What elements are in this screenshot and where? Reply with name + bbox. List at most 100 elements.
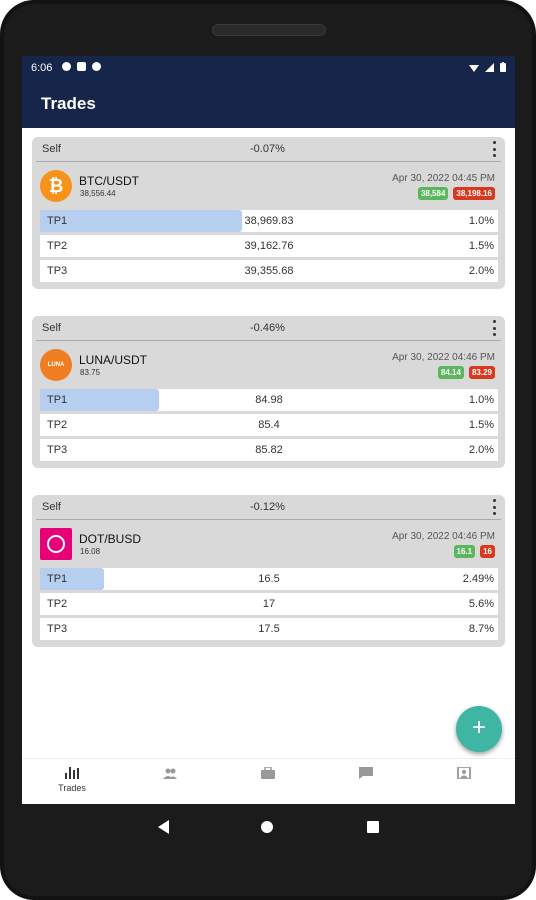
- account-box-icon: [457, 767, 471, 779]
- nav-item-people[interactable]: [140, 767, 200, 779]
- people-icon: [163, 768, 177, 779]
- target-row: TP1 84.98 1.0%: [40, 389, 498, 411]
- polkadot-icon: [40, 528, 72, 560]
- more-vert-icon[interactable]: [491, 320, 497, 336]
- trade-card-header: Self -0.46%: [36, 316, 501, 341]
- nav-item-chat[interactable]: [336, 767, 396, 779]
- entry-badge: 84.14: [437, 366, 464, 379]
- system-navigation-bar: [0, 804, 536, 848]
- recents-icon[interactable]: [367, 821, 379, 833]
- target-percent: 2.49%: [462, 573, 494, 585]
- target-price: 16.5: [258, 573, 280, 585]
- trade-type: Self: [42, 501, 61, 513]
- speaker-grille: [212, 24, 326, 36]
- entry-stop-badges: 38,584 38,198.16: [417, 187, 495, 200]
- trade-card[interactable]: Self -0.12% DOT/BUSD 16.08 Apr 30, 2022 …: [32, 495, 505, 647]
- sync-icon: [92, 62, 101, 71]
- target-percent: 1.0%: [468, 394, 494, 406]
- target-percent: 1.5%: [468, 240, 494, 252]
- more-vert-icon[interactable]: [491, 499, 497, 515]
- home-icon[interactable]: [261, 821, 273, 833]
- target-percent: 8.7%: [468, 623, 494, 635]
- google-icon: [62, 62, 71, 71]
- app-screen: 6:06 Trades Self -0.07% ₿ BTC/USDT 38,55…: [22, 56, 515, 804]
- last-price: 83.75: [80, 368, 101, 377]
- target-row: TP2 39,162.76 1.5%: [40, 235, 498, 257]
- target-row: TP3 39,355.68 2.0%: [40, 260, 498, 282]
- trade-datetime: Apr 30, 2022 04:46 PM: [392, 531, 495, 542]
- target-price: 85.82: [255, 444, 283, 456]
- trade-type: Self: [42, 143, 61, 155]
- trade-pair-row: DOT/BUSD 16.08 Apr 30, 2022 04:46 PM 16.…: [32, 520, 505, 568]
- entry-badge: 38,584: [417, 187, 449, 200]
- page-title: Trades: [41, 94, 96, 113]
- trade-card[interactable]: Self -0.46% LUNA LUNA/USDT 83.75 Apr 30,…: [32, 316, 505, 468]
- signal-icon: [485, 62, 494, 72]
- nav-item-portfolio[interactable]: [238, 767, 298, 779]
- trade-pair-row: LUNA LUNA/USDT 83.75 Apr 30, 2022 04:46 …: [32, 341, 505, 389]
- target-price: 17.5: [258, 623, 280, 635]
- target-price: 39,162.76: [244, 240, 294, 252]
- target-row: TP2 85.4 1.5%: [40, 414, 498, 436]
- more-vert-icon[interactable]: [491, 141, 497, 157]
- trade-change: -0.46%: [250, 322, 285, 334]
- nav-item-account[interactable]: [434, 767, 494, 779]
- last-price: 16.08: [80, 547, 101, 556]
- chat-icon: [359, 767, 373, 779]
- target-percent: 2.0%: [468, 444, 494, 456]
- sim-icon: [77, 62, 86, 71]
- nav-label: Trades: [58, 783, 86, 793]
- target-row: TP3 85.82 2.0%: [40, 439, 498, 461]
- bar-chart-icon: [65, 767, 79, 779]
- target-percent: 5.6%: [468, 598, 494, 610]
- entry-stop-badges: 84.14 83.29: [437, 366, 495, 379]
- trades-list: Self -0.07% ₿ BTC/USDT 38,556.44 Apr 30,…: [22, 128, 515, 758]
- status-bar: 6:06: [22, 56, 515, 80]
- target-row: TP1 16.5 2.49%: [40, 568, 498, 590]
- target-row: TP2 17 5.6%: [40, 593, 498, 615]
- stop-loss-badge: 16: [480, 545, 495, 558]
- target-percent: 2.0%: [468, 265, 494, 277]
- system-icons: [469, 62, 506, 72]
- briefcase-icon: [261, 767, 275, 779]
- notification-icons: [62, 62, 101, 71]
- trade-card[interactable]: Self -0.07% ₿ BTC/USDT 38,556.44 Apr 30,…: [32, 137, 505, 289]
- nav-item-trades[interactable]: Trades: [42, 767, 102, 793]
- target-percent: 1.5%: [468, 419, 494, 431]
- stop-loss-badge: 38,198.16: [453, 187, 495, 200]
- stop-loss-badge: 83.29: [468, 366, 495, 379]
- luna-icon: LUNA: [40, 349, 72, 381]
- trade-pair-row: ₿ BTC/USDT 38,556.44 Apr 30, 2022 04:45 …: [32, 162, 505, 210]
- target-price: 17: [262, 598, 276, 610]
- target-price: 85.4: [258, 419, 280, 431]
- trade-card-header: Self -0.07%: [36, 137, 501, 162]
- target-price: 38,969.83: [244, 215, 294, 227]
- target-price: 84.98: [255, 394, 283, 406]
- entry-stop-badges: 16.1 16: [453, 545, 495, 558]
- target-price: 39,355.68: [244, 265, 294, 277]
- target-row: TP3 17.5 8.7%: [40, 618, 498, 640]
- add-trade-button[interactable]: +: [456, 706, 502, 752]
- trade-datetime: Apr 30, 2022 04:46 PM: [392, 352, 495, 363]
- bitcoin-icon: ₿: [40, 170, 72, 202]
- target-row: TP1 38,969.83 1.0%: [40, 210, 498, 232]
- battery-icon: [500, 62, 506, 72]
- trade-change: -0.12%: [250, 501, 285, 513]
- trade-datetime: Apr 30, 2022 04:45 PM: [392, 173, 495, 184]
- pair-name: LUNA/USDT: [79, 353, 148, 367]
- device-frame: 6:06 Trades Self -0.07% ₿ BTC/USDT 38,55…: [0, 0, 536, 900]
- pair-name: BTC/USDT: [79, 174, 139, 188]
- back-icon[interactable]: [158, 820, 169, 834]
- entry-badge: 16.1: [453, 545, 476, 558]
- plus-icon: +: [471, 714, 486, 741]
- trade-card-header: Self -0.12%: [36, 495, 501, 520]
- status-time: 6:06: [31, 62, 53, 74]
- bottom-navigation: Trades: [22, 758, 515, 804]
- target-percent: 1.0%: [468, 215, 494, 227]
- pair-name: DOT/BUSD: [79, 532, 142, 546]
- trade-type: Self: [42, 322, 61, 334]
- app-bar: Trades: [22, 80, 515, 128]
- last-price: 38,556.44: [80, 189, 116, 198]
- trade-change: -0.07%: [250, 143, 285, 155]
- wifi-icon: [469, 64, 479, 72]
